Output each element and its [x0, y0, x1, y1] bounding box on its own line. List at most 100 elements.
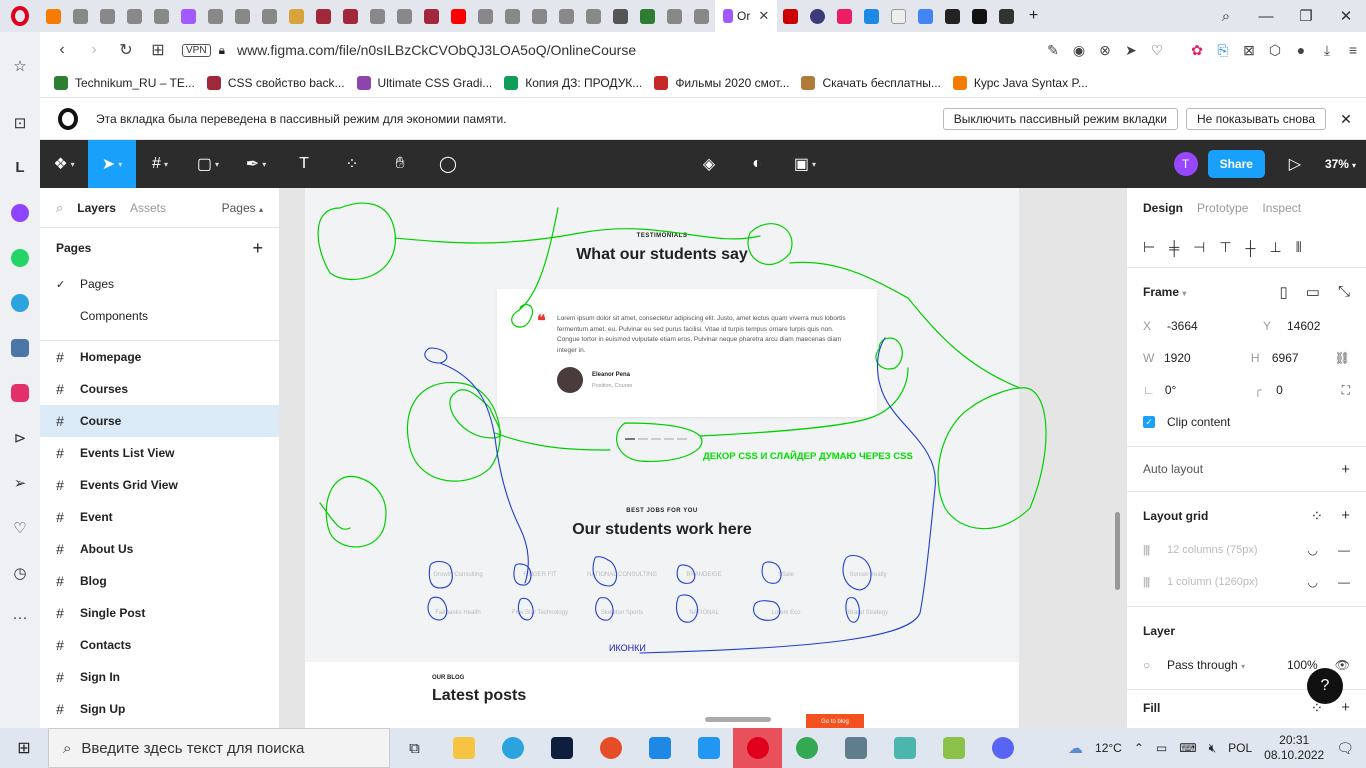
tab[interactable] — [580, 0, 607, 32]
align-right-icon[interactable]: ⊣ — [1193, 239, 1205, 256]
resources-button[interactable]: ⁘ — [328, 140, 376, 188]
tab[interactable] — [831, 0, 858, 32]
profile-icon[interactable]: ● — [1288, 42, 1314, 59]
add-auto-layout-icon[interactable]: + — [1341, 461, 1350, 478]
tab[interactable] — [526, 0, 553, 32]
send-icon[interactable]: ➢ — [0, 460, 40, 505]
tab[interactable] — [607, 0, 634, 32]
rotation-field[interactable]: 0° — [1165, 383, 1230, 397]
zoom-dropdown[interactable]: 37% ▾ — [1325, 157, 1356, 171]
tab[interactable] — [553, 0, 580, 32]
share-icon[interactable]: ➤ — [1118, 42, 1144, 59]
add-page-icon[interactable]: + — [252, 238, 263, 259]
radius-field[interactable]: 0 — [1276, 383, 1341, 397]
tab[interactable] — [175, 0, 202, 32]
edit-icon[interactable]: ✎ — [1040, 42, 1066, 59]
heart-icon[interactable]: ♡ — [0, 505, 40, 550]
heart-icon[interactable]: ♡ — [1144, 42, 1170, 59]
forward-icon[interactable]: › — [78, 41, 110, 59]
player-icon[interactable]: ⊳ — [0, 415, 40, 460]
disable-passive-button[interactable]: Выключить пассивный режим вкладки — [942, 108, 1179, 130]
bookmark-item[interactable]: Курс Java Syntax P... — [952, 75, 1088, 90]
grid-styles-icon[interactable]: ⁘ — [1311, 507, 1324, 525]
tab-assets[interactable]: Assets — [130, 201, 166, 215]
frame-layer-item[interactable]: # Courses — [40, 373, 279, 405]
menu-icon[interactable]: ≡ — [1340, 42, 1366, 59]
weather-temp[interactable]: 12°C — [1095, 741, 1122, 755]
frame-layer-item[interactable]: # Contacts — [40, 629, 279, 661]
app-icon[interactable] — [880, 728, 929, 768]
layout-grid-item[interactable]: ||| 12 columns (75px) ◡ — — [1127, 534, 1366, 566]
tab[interactable] — [40, 0, 67, 32]
reload-icon[interactable]: ↻ — [110, 40, 142, 60]
distribute-icon[interactable]: ⦀ — [1296, 239, 1302, 256]
frame-layer-item[interactable]: # Events List View — [40, 437, 279, 469]
tab[interactable] — [661, 0, 688, 32]
tabs-grid-icon[interactable]: ⊞ — [142, 40, 174, 60]
start-button[interactable]: ⊞ — [0, 738, 48, 758]
pages-dropdown[interactable]: Pages ▴ — [222, 201, 263, 215]
tab[interactable] — [418, 0, 445, 32]
network-icon[interactable]: ⌨ — [1179, 741, 1196, 755]
more-icon[interactable]: ··· — [0, 595, 40, 640]
explorer-icon[interactable] — [439, 728, 488, 768]
align-middle-icon[interactable]: ┼ — [1246, 240, 1256, 256]
new-tab-button[interactable]: + — [1020, 0, 1047, 32]
photoshop-icon[interactable] — [537, 728, 586, 768]
tab[interactable] — [688, 0, 715, 32]
bookmark-item[interactable]: CSS свойство back... — [206, 75, 345, 90]
pen-tool-button[interactable]: ✒ ▾ — [232, 140, 280, 188]
taskbar-search[interactable]: ⌕ Введите здесь текст для поиска — [48, 728, 390, 768]
page-item[interactable]: Components — [40, 300, 279, 332]
telegram-icon[interactable] — [488, 728, 537, 768]
tab[interactable] — [337, 0, 364, 32]
search-icon[interactable]: ⌕ — [56, 200, 63, 216]
app-icon[interactable] — [831, 728, 880, 768]
add-fill-icon[interactable]: + — [1341, 699, 1350, 717]
tab[interactable] — [94, 0, 121, 32]
telegram-icon[interactable] — [0, 280, 40, 325]
calendar-icon[interactable] — [684, 728, 733, 768]
avatar[interactable]: T — [1173, 152, 1198, 176]
tab-inspect[interactable]: Inspect — [1262, 201, 1301, 215]
tab[interactable] — [256, 0, 283, 32]
width-field[interactable]: 1920 — [1164, 351, 1227, 365]
bookmark-item[interactable]: Ultimate CSS Gradi... — [356, 75, 492, 90]
tab-design[interactable]: Design — [1143, 201, 1183, 215]
remove-icon[interactable]: — — [1338, 575, 1350, 589]
hand-tool-button[interactable]: ✋︎ — [376, 140, 424, 188]
frame-layer-item[interactable]: # Event — [40, 501, 279, 533]
bookmark-item[interactable]: Technikum_RU – TE... — [54, 75, 195, 90]
portrait-icon[interactable]: ▯ — [1280, 283, 1288, 301]
back-icon[interactable]: ‹ — [46, 41, 78, 59]
tab[interactable] — [229, 0, 256, 32]
wallet-icon[interactable]: ✿ — [1184, 42, 1210, 59]
align-bottom-icon[interactable]: ⊥ — [1269, 239, 1281, 256]
bookmark-item[interactable]: Копия ДЗ: ПРОДУК... — [504, 75, 642, 90]
figma-canvas[interactable]: TESTIMONIALS What our students say ❝ Lor… — [280, 188, 1126, 728]
dont-show-button[interactable]: Не показывать снова — [1186, 108, 1326, 130]
shape-tool-button[interactable]: ▢ ▾ — [184, 140, 232, 188]
hidden-eye-icon[interactable]: ◡ — [1308, 575, 1318, 589]
close-tab-icon[interactable]: ✕ — [758, 8, 769, 24]
resize-icon[interactable]: ⤡ — [1338, 283, 1350, 301]
frame-layer-item[interactable]: # About Us — [40, 533, 279, 565]
tab[interactable] — [391, 0, 418, 32]
tab[interactable] — [885, 0, 912, 32]
opera-menu-icon[interactable] — [0, 0, 40, 32]
tab-prototype[interactable]: Prototype — [1197, 201, 1248, 215]
maximize-icon[interactable]: ❐ — [1286, 7, 1326, 25]
tab[interactable] — [993, 0, 1020, 32]
horizontal-scrollbar[interactable] — [705, 717, 771, 722]
block-icon[interactable]: ⊗ — [1092, 42, 1118, 59]
y-field[interactable]: 14602 — [1287, 319, 1359, 333]
tab[interactable] — [121, 0, 148, 32]
whatsapp-icon[interactable] — [0, 235, 40, 280]
messenger-icon[interactable] — [0, 190, 40, 235]
tab[interactable] — [966, 0, 993, 32]
chrome-like-icon[interactable] — [586, 728, 635, 768]
constrain-proportions-icon[interactable]: ⛓ — [1335, 351, 1350, 365]
frame-tool-button[interactable]: # ▾ — [136, 140, 184, 188]
tab[interactable] — [634, 0, 661, 32]
translate-icon[interactable]: ⎘ — [1210, 42, 1236, 59]
